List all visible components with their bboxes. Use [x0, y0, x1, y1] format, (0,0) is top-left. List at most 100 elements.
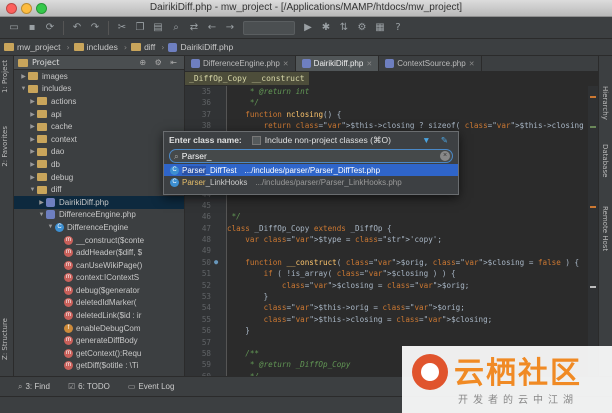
- tree-item[interactable]: ▼ includes: [14, 83, 184, 96]
- open-folder-icon[interactable]: ▭: [6, 20, 22, 36]
- code-line[interactable]: 53 }: [202, 291, 586, 302]
- code-line[interactable]: 45: [202, 200, 586, 211]
- tree-item[interactable]: m getDiff($otitle : \Ti: [14, 360, 184, 373]
- class-result-item[interactable]: C Parser _DiffTest .../includes/parser/Pars…: [164, 164, 458, 176]
- breadcrumb-item[interactable]: diff: [131, 42, 155, 52]
- tree-item[interactable]: ▼ diff: [14, 183, 184, 196]
- code-line[interactable]: 46 */: [202, 211, 586, 222]
- editor-tab[interactable]: DairikiDiff.php ✕: [295, 56, 380, 71]
- tree-item[interactable]: m deletedLink($id : ir: [14, 309, 184, 322]
- stripe-marker[interactable]: [590, 96, 596, 98]
- code-line[interactable]: 35 * @return int: [202, 86, 586, 97]
- code-line[interactable]: 48 var class="var">$type = class="str">'…: [202, 234, 586, 245]
- collapsed-arrow-icon[interactable]: ▶: [28, 174, 37, 181]
- stripe-marker[interactable]: [590, 126, 596, 128]
- code-line[interactable]: 55 class="var">$this->closing = class="v…: [202, 314, 586, 325]
- collapsed-arrow-icon[interactable]: ▶: [28, 136, 37, 143]
- tree-item[interactable]: m __construct($conte: [14, 234, 184, 247]
- close-tab-icon[interactable]: ✕: [366, 60, 372, 68]
- code-line[interactable]: 36 */: [202, 97, 586, 108]
- copy-icon[interactable]: ❐: [132, 20, 148, 36]
- collapsed-arrow-icon[interactable]: ▶: [28, 98, 37, 105]
- error-stripe[interactable]: [588, 86, 598, 376]
- tree-item[interactable]: m addHeader($diff, $: [14, 246, 184, 259]
- code-line[interactable]: 50 ● function __construct( class="var">$o…: [202, 257, 586, 268]
- breadcrumb-item[interactable]: DairikiDiff.php: [168, 42, 233, 52]
- code-line[interactable]: 49: [202, 245, 586, 256]
- class-search-value[interactable]: Parser_: [182, 151, 212, 161]
- close-tab-icon[interactable]: ✕: [283, 60, 289, 68]
- run-config-dropdown[interactable]: [243, 20, 295, 35]
- code-editor[interactable]: _DiffOp_Copy __construct 35 * @return in…: [185, 72, 598, 376]
- redo-icon[interactable]: ↷: [87, 20, 103, 36]
- clear-search-icon[interactable]: ×: [440, 151, 450, 161]
- breadcrumb-item[interactable]: mw_project: [4, 42, 60, 52]
- bottom-tool-button[interactable]: ☑ 6: TODO: [68, 382, 110, 391]
- code-line[interactable]: 51 if ( !is_array( class="var">$closing …: [202, 268, 586, 279]
- code-line[interactable]: 47 class _DiffOp_Copy extends _DiffOp {: [202, 223, 586, 234]
- collapsed-arrow-icon[interactable]: ▶: [28, 123, 37, 130]
- tree-item[interactable]: m context:IContextS: [14, 272, 184, 285]
- bottom-tool-button[interactable]: ⌕ 3: Find: [18, 382, 50, 392]
- expanded-arrow-icon[interactable]: ▼: [46, 224, 55, 230]
- code-line[interactable]: 54 class="var">$this->orig = class="var"…: [202, 302, 586, 313]
- tree-item[interactable]: ▶ debug: [14, 171, 184, 184]
- tree-item[interactable]: m debug($generator: [14, 284, 184, 297]
- find-icon[interactable]: ⌕: [168, 20, 184, 36]
- save-icon[interactable]: ▪: [24, 20, 40, 36]
- collapsed-arrow-icon[interactable]: ▶: [28, 161, 37, 168]
- tool-tab-database[interactable]: Database: [601, 144, 609, 177]
- expanded-arrow-icon[interactable]: ▼: [37, 212, 46, 218]
- tool-tab-favorites[interactable]: 2: Favorites: [1, 126, 9, 167]
- expanded-arrow-icon[interactable]: ▼: [28, 187, 37, 193]
- class-search-input[interactable]: ⌕ Parser_ ×: [169, 149, 453, 163]
- settings-icon[interactable]: ⚙: [354, 20, 370, 36]
- code-area[interactable]: 35 * @return int 36 */37 function nclosin…: [202, 86, 598, 376]
- tool-tab-project[interactable]: 1: Project: [1, 60, 9, 93]
- include-non-project-checkbox[interactable]: [251, 135, 261, 145]
- tree-item[interactable]: ▶ cache: [14, 120, 184, 133]
- expanded-arrow-icon[interactable]: ▼: [19, 86, 28, 92]
- editor-tab[interactable]: ContextSource.php ✕: [379, 56, 482, 71]
- tool-tab-remote-host[interactable]: Remote Host: [601, 206, 609, 251]
- code-line[interactable]: 37 function nclosing() {: [202, 109, 586, 120]
- close-tab-icon[interactable]: ✕: [469, 60, 475, 68]
- stripe-marker[interactable]: [590, 286, 596, 288]
- forward-icon[interactable]: →: [222, 20, 238, 36]
- replace-icon[interactable]: ⇄: [186, 20, 202, 36]
- editor-tab[interactable]: DifferenceEngine.php ✕: [185, 56, 296, 71]
- override-marker-icon[interactable]: ●: [214, 257, 218, 268]
- code-line[interactable]: 52 class="var">$closing = class="var">$o…: [202, 280, 586, 291]
- tree-item[interactable]: f enableDebugCom: [14, 322, 184, 335]
- cut-icon[interactable]: ✂: [114, 20, 130, 36]
- tree-item[interactable]: ▶ db: [14, 158, 184, 171]
- bottom-tool-button[interactable]: ▭ Event Log: [128, 382, 175, 391]
- include-non-project-label[interactable]: Include non-project classes (⌘O): [265, 135, 391, 146]
- debug-icon[interactable]: ✱: [318, 20, 334, 36]
- paste-icon[interactable]: ▤: [150, 20, 166, 36]
- code-line[interactable]: 56 }: [202, 325, 586, 336]
- collapsed-arrow-icon[interactable]: ▶: [19, 73, 28, 80]
- breadcrumb-item[interactable]: includes: [73, 42, 118, 52]
- tree-item[interactable]: ▶ context: [14, 133, 184, 146]
- tree-item[interactable]: ▼ C DifferenceEngine: [14, 221, 184, 234]
- tree-item[interactable]: m getContext():Requ: [14, 347, 184, 360]
- collapsed-arrow-icon[interactable]: ▶: [28, 148, 37, 155]
- tree-item[interactable]: ▶ api: [14, 108, 184, 121]
- tool-tab-structure[interactable]: Z: Structure: [1, 318, 9, 360]
- run-icon[interactable]: ▶: [300, 20, 316, 36]
- code-line[interactable]: 38 return class="var">$this->closing ? s…: [202, 120, 598, 131]
- tree-item[interactable]: ▼ DifferenceEngine.php: [14, 209, 184, 222]
- tree-item[interactable]: ▶ actions: [14, 95, 184, 108]
- undo-icon[interactable]: ↶: [69, 20, 85, 36]
- tree-item[interactable]: ▶ dao: [14, 146, 184, 159]
- back-icon[interactable]: ←: [204, 20, 220, 36]
- panel-settings-icon[interactable]: ⊕ ⚙ ⇤: [139, 58, 184, 67]
- sync-icon[interactable]: ⟳: [42, 20, 58, 36]
- stripe-marker[interactable]: [590, 206, 596, 208]
- tree-item[interactable]: m generateDiffBody: [14, 334, 184, 347]
- collapsed-arrow-icon[interactable]: ▶: [28, 111, 37, 118]
- tree-item[interactable]: ▶ images: [14, 70, 184, 83]
- tree-item[interactable]: m canUseWikiPage(): [14, 259, 184, 272]
- help-icon[interactable]: ?: [390, 20, 406, 36]
